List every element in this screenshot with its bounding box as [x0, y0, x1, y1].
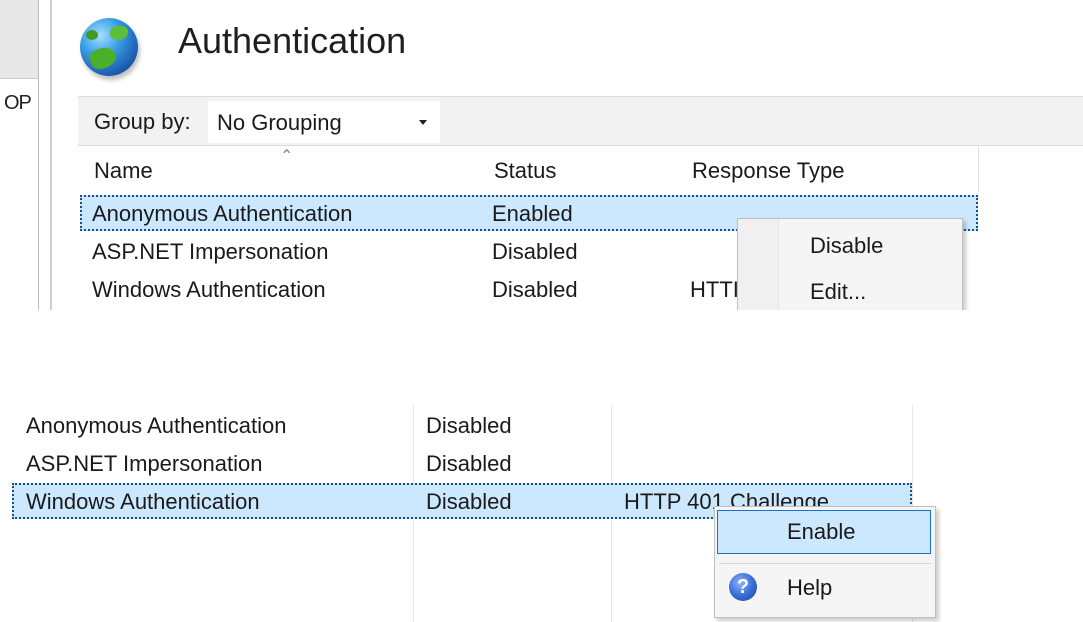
group-by-toolbar: Group by: No Grouping — [78, 96, 1083, 146]
row-name: Windows Authentication — [92, 277, 326, 302]
row-status: Disabled — [426, 489, 512, 514]
column-header-response-type[interactable]: Response Type — [678, 146, 979, 192]
pane-divider[interactable] — [50, 0, 52, 310]
row-status: Enabled — [492, 201, 573, 226]
help-icon: ? — [729, 573, 757, 601]
menu-item-disable[interactable]: Disable — [810, 233, 883, 259]
row-name: Windows Authentication — [26, 489, 260, 514]
menu-item-help[interactable]: Help — [787, 575, 832, 601]
column-header-status[interactable]: Status — [480, 146, 679, 192]
row-status: Disabled — [492, 239, 578, 264]
row-status: Disabled — [426, 451, 512, 476]
table-row[interactable]: Anonymous Authentication Disabled — [12, 407, 912, 443]
row-response-type: HTTI — [690, 277, 739, 302]
connections-pane-text: OP — [4, 92, 32, 114]
iis-panel-after: Anonymous Authentication Disabled ASP.NE… — [0, 405, 1083, 622]
connections-pane: OP — [0, 0, 39, 310]
sort-ascending-icon: ⌃ — [280, 148, 294, 165]
context-menu: Enable ? Help — [714, 506, 936, 618]
context-menu: Disable Edit... — [737, 218, 963, 310]
group-by-label: Group by: — [94, 109, 191, 134]
chevron-down-icon — [419, 120, 427, 125]
column-header-name[interactable]: Name ⌃ — [80, 146, 481, 192]
menu-item-edit[interactable]: Edit... — [810, 279, 866, 305]
table-row[interactable]: ASP.NET Impersonation Disabled — [12, 445, 912, 481]
row-name: Anonymous Authentication — [92, 201, 353, 226]
row-name: Anonymous Authentication — [26, 413, 287, 438]
globe-icon — [80, 18, 138, 76]
group-by-value: No Grouping — [217, 110, 342, 135]
row-name: ASP.NET Impersonation — [26, 451, 263, 476]
menu-item-enable[interactable]: Enable — [787, 519, 856, 545]
iis-panel-before: OP Authentication Group by: No Grouping … — [0, 0, 1083, 310]
row-name: ASP.NET Impersonation — [92, 239, 329, 264]
connections-pane-header — [0, 0, 38, 79]
menu-icon-gutter — [738, 219, 779, 310]
row-status: Disabled — [426, 413, 512, 438]
group-by-dropdown[interactable]: No Grouping — [208, 101, 440, 143]
page-title: Authentication — [178, 20, 407, 61]
row-status: Disabled — [492, 277, 578, 302]
menu-separator — [719, 563, 931, 564]
